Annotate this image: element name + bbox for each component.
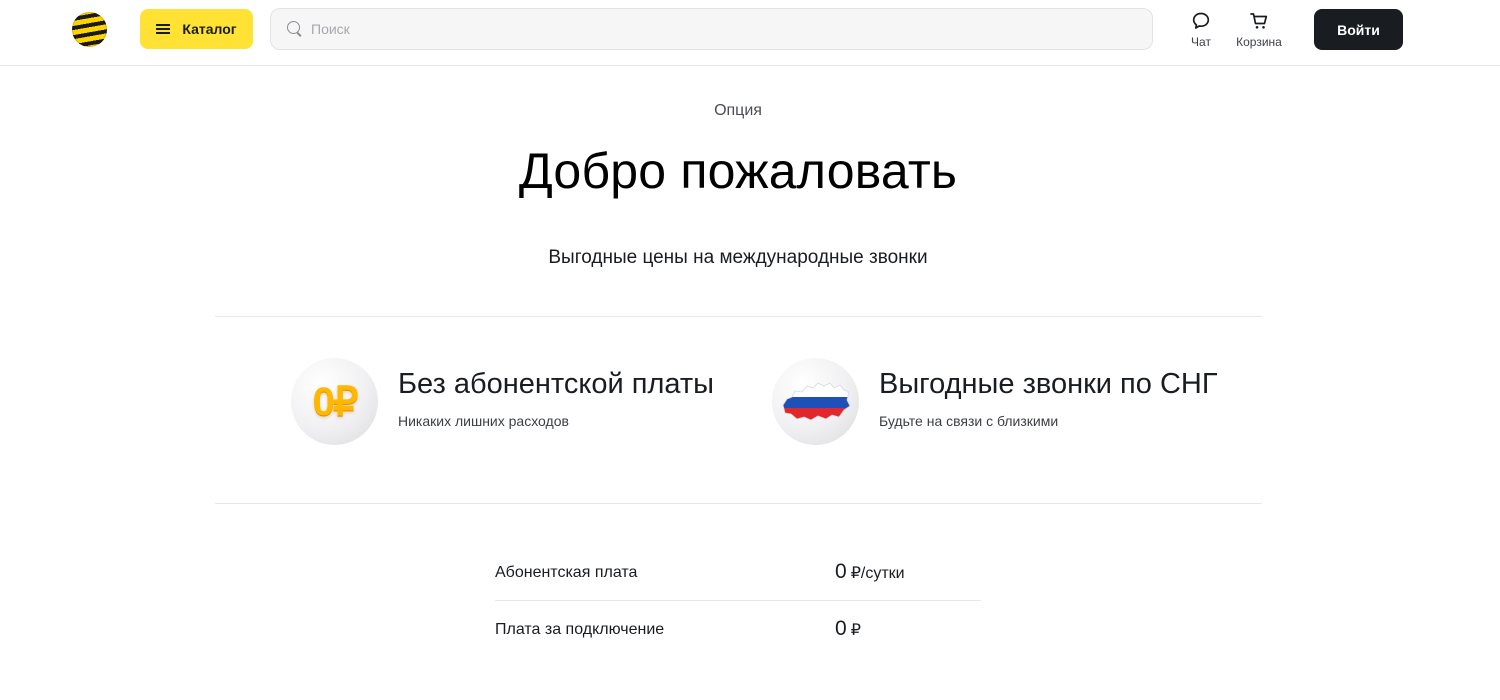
divider — [215, 316, 1262, 317]
price-amount: 0 — [835, 560, 847, 583]
feature-title: Без абонентской платы — [398, 368, 714, 400]
cart-button[interactable]: Корзина — [1234, 11, 1284, 49]
chat-label: Чат — [1191, 35, 1211, 49]
cart-label: Корзина — [1236, 35, 1282, 49]
page-subtitle: Выгодные цены на международные звонки — [548, 247, 928, 268]
chat-icon — [1192, 12, 1210, 29]
page-eyebrow: Опция — [714, 102, 762, 119]
price-label: Плата за подключение — [495, 621, 665, 638]
price-amount: 0 — [835, 617, 847, 640]
search-bar[interactable] — [270, 8, 1153, 50]
page-title: Добро пожаловать — [518, 143, 958, 199]
search-icon — [287, 21, 303, 37]
price-row-connection-fee: Плата за подключение 0 ₽ — [495, 602, 981, 658]
price-label: Абонентская плата — [495, 564, 638, 581]
feature-description: Будьте на связи с близкими — [879, 413, 1059, 429]
price-value: 0 ₽/сутки — [835, 560, 905, 584]
divider — [215, 503, 1262, 504]
feature-cis-calls: Выгодные звонки по СНГ Будьте на связи с… — [772, 358, 1218, 445]
login-button[interactable]: Войти — [1314, 9, 1403, 50]
russia-map-flag-icon — [772, 358, 859, 445]
feature-no-subscription-fee: 0₽ Без абонентской платы Никаких лишних … — [291, 358, 714, 445]
cart-icon — [1250, 13, 1268, 29]
price-unit: ₽ — [850, 622, 861, 639]
price-unit: ₽/сутки — [850, 565, 905, 582]
zero-ruble-coin-icon: 0₽ — [291, 358, 378, 445]
beeline-logo-icon[interactable] — [72, 12, 107, 47]
chat-button[interactable]: Чат — [1186, 11, 1216, 49]
price-row-subscription-fee: Абонентская плата 0 ₽/сутки — [495, 545, 981, 601]
menu-icon — [156, 24, 171, 34]
price-value: 0 ₽ — [835, 617, 861, 641]
feature-title: Выгодные звонки по СНГ — [879, 368, 1218, 400]
catalog-button[interactable]: Каталог — [140, 9, 253, 49]
feature-description: Никаких лишних расходов — [398, 413, 569, 429]
catalog-button-label: Каталог — [182, 21, 237, 37]
site-header: Каталог Чат Корзина Войти — [0, 0, 1500, 66]
search-input[interactable] — [311, 21, 1131, 37]
